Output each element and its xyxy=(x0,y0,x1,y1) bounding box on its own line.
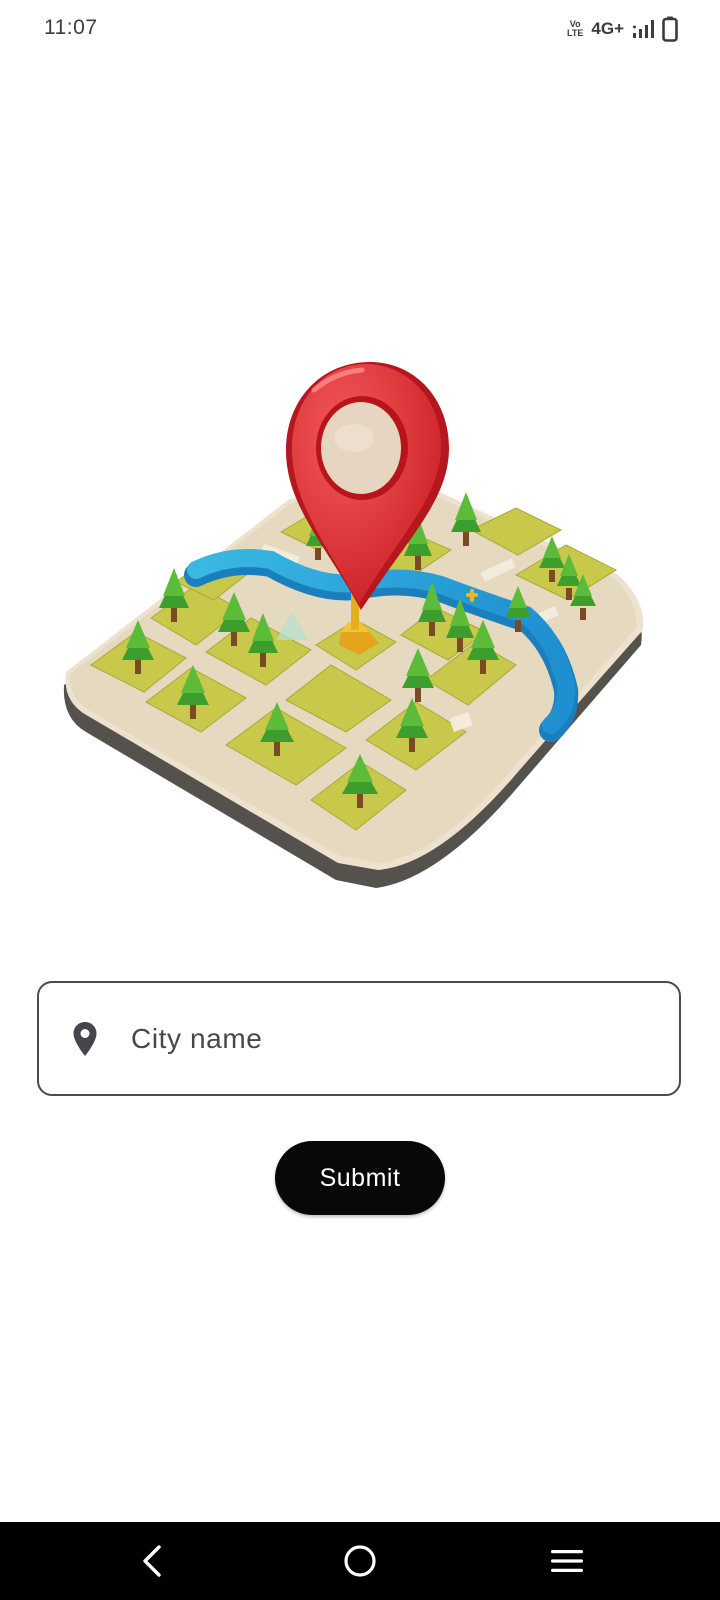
volte-icon: Vo LTE xyxy=(567,20,583,38)
status-time: 11:07 xyxy=(44,16,98,39)
volte-label-bottom: LTE xyxy=(567,28,584,38)
city-name-input[interactable] xyxy=(131,1008,651,1069)
status-bar: 11:07 Vo LTE 4G+ xyxy=(0,0,720,58)
back-icon[interactable] xyxy=(107,1522,197,1600)
battery-icon xyxy=(662,16,678,42)
status-icons: Vo LTE 4G+ xyxy=(567,14,678,44)
network-type-label: 4G+ xyxy=(591,19,624,38)
city-name-field[interactable] xyxy=(37,981,681,1096)
navigation-bar xyxy=(0,1522,720,1600)
map-location-illustration xyxy=(56,360,662,910)
recents-menu-icon[interactable] xyxy=(522,1522,612,1600)
submit-button[interactable]: Submit xyxy=(275,1141,445,1215)
location-pin-icon xyxy=(65,1019,105,1059)
home-icon[interactable] xyxy=(315,1522,405,1600)
signal-icon xyxy=(633,20,654,38)
